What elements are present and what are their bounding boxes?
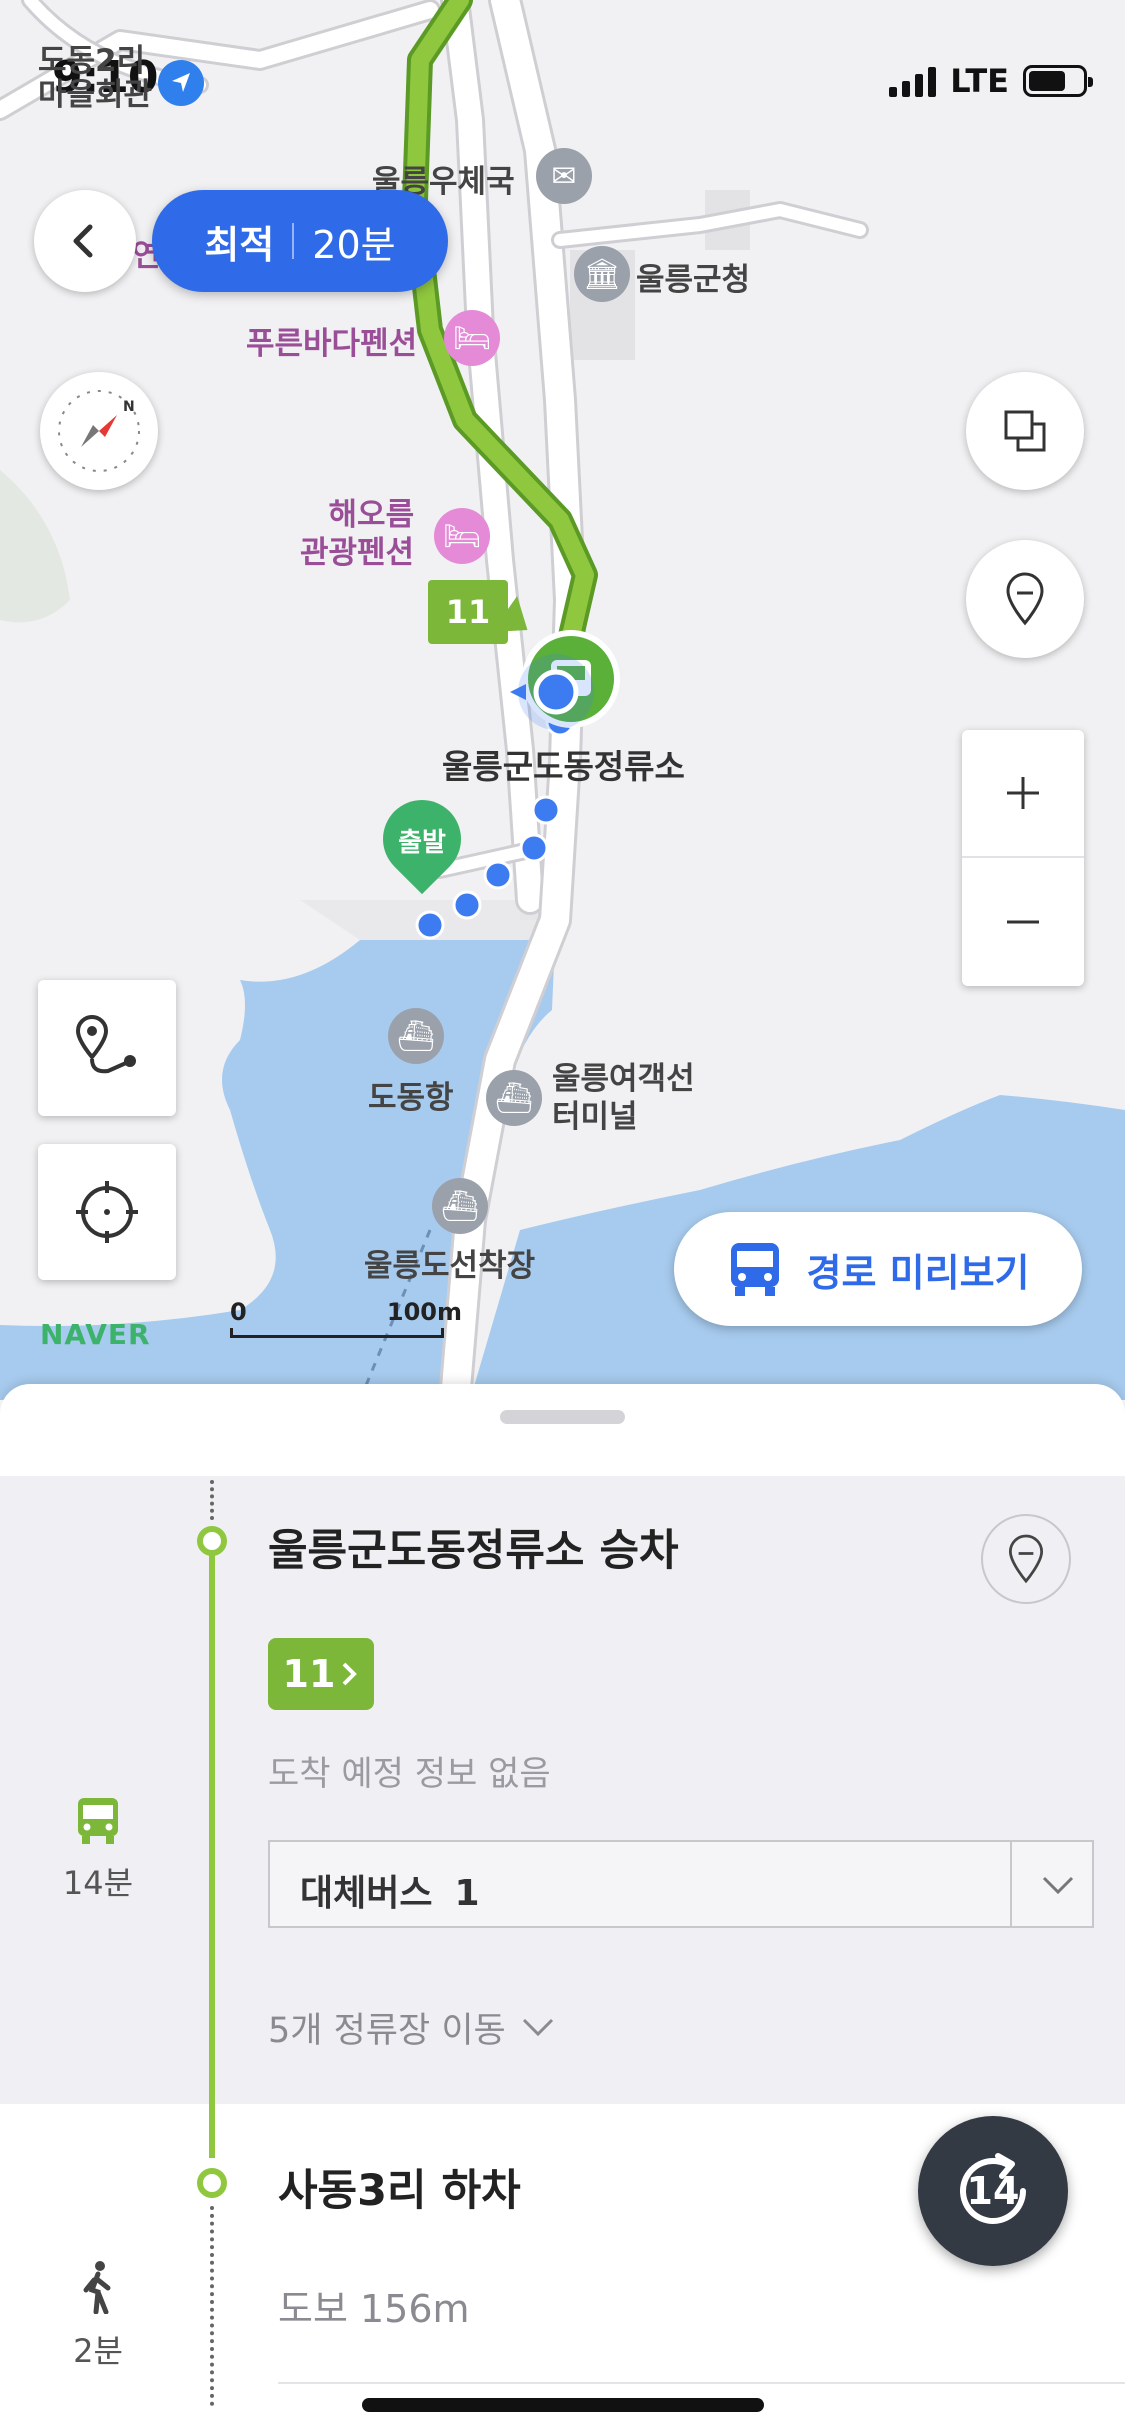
port-icon: ⛴ [432, 1178, 488, 1234]
naver-logo: NAVER [40, 1318, 151, 1351]
port-icon: ⛴ [388, 1008, 444, 1064]
chevron-down-icon [1042, 1876, 1074, 1895]
select-divider [1010, 1842, 1012, 1926]
route-duration: 20분 [312, 222, 396, 267]
walk-line-top [210, 1480, 214, 1520]
poi-dodong-port: 도동항 [368, 1080, 454, 1116]
walk-summary: 2분 [0, 2260, 196, 2372]
scale-start: 0 [230, 1298, 247, 1326]
lodging-icon: 🛏 [434, 508, 490, 564]
bus-ride-line [209, 1540, 215, 2158]
crosshair-icon [76, 1181, 138, 1243]
poi-bus-stop-main: 울릉군도동정류소 [442, 747, 685, 786]
bus-icon [78, 1798, 118, 1844]
minus-icon [1007, 920, 1039, 924]
boarding-stop-pin-button[interactable] [981, 1514, 1071, 1604]
bus-number: 11 [282, 1652, 336, 1696]
chevron-right-icon [343, 1662, 358, 1686]
lodging-icon: 🛏 [444, 310, 500, 366]
route-pin-icon [75, 1015, 136, 1074]
scale-end: 100m [386, 1298, 462, 1326]
route-type-label: 최적 [204, 222, 275, 267]
place-pin-button[interactable] [966, 540, 1084, 658]
compass-button[interactable]: N [40, 372, 158, 490]
boarding-stop-title[interactable]: 울릉군도동정류소 승차 [268, 1516, 679, 1578]
map-bus-number-tag: 11 [428, 580, 508, 644]
bus-number-badge[interactable]: 11 [268, 1638, 374, 1710]
poi-ferry-terminal: 울릉여객선 터미널 [552, 1061, 695, 1135]
zoom-out-button[interactable] [962, 858, 1084, 986]
route-preview-button[interactable]: 경로 미리보기 [674, 1212, 1082, 1326]
route-summary-pill[interactable]: 최적 20분 [152, 190, 448, 292]
status-indicators: LTE [889, 62, 1093, 100]
alternative-bus-label-wrap: 대체버스 1 [300, 1864, 480, 1916]
battery-icon [1023, 65, 1093, 97]
poi-pension-sunrise: 해오름 관광펜션 [300, 497, 415, 571]
signal-icon [889, 65, 937, 97]
walk-minutes: 2분 [73, 2332, 123, 2370]
alternative-bus-label: 대체버스 [300, 1873, 433, 1914]
home-indicator[interactable] [362, 2398, 764, 2412]
walking-person-icon [83, 2261, 111, 2315]
stops-move-label: 5개 정류장 이동 [268, 2011, 506, 2051]
map-pin-icon [1006, 572, 1044, 626]
alternative-bus-select[interactable]: 대체버스 1 [268, 1840, 1094, 1928]
scale-bar [230, 1328, 444, 1338]
plus-icon [1007, 777, 1039, 809]
alternative-bus-count: 1 [454, 1873, 480, 1914]
stops-move-toggle[interactable]: 5개 정류장 이동 [268, 2002, 556, 2053]
arrival-info: 도착 예정 정보 없음 [268, 1754, 551, 1794]
sheet-grabber[interactable] [500, 1410, 625, 1424]
map-layer-button[interactable] [966, 372, 1084, 490]
walk-distance: 도보 156m [278, 2287, 470, 2331]
boarding-node [197, 1526, 227, 1556]
refresh-button[interactable]: 14 [918, 2116, 1068, 2266]
chevron-down-icon [522, 2018, 553, 2036]
poi-county-office: 울릉군청 [636, 262, 751, 298]
government-icon: 🏛 [574, 246, 630, 302]
route-detail-sheet[interactable]: 울릉군도동정류소 승차 11 도착 예정 정보 없음 대체버스 1 5개 정류장 … [0, 1384, 1125, 2436]
compass-icon: N [58, 390, 140, 472]
route-tool-button[interactable] [38, 980, 176, 1116]
alighting-node [197, 2168, 227, 2198]
poi-village-hall: 도동2리 마을회관 [38, 43, 153, 113]
back-button[interactable] [34, 190, 136, 292]
refresh-badge: 14 [966, 2169, 1020, 2213]
map-view[interactable]: 9:10 LTE 도동2리 마을회관 연 울릉우체국 ✉ 🏛 울릉군청 푸른바다… [0, 0, 1125, 1400]
map-pin-icon [1008, 1534, 1044, 1584]
section-divider [278, 2382, 1125, 2384]
network-label: LTE [950, 62, 1009, 100]
poi-pension-blue: 푸른바다펜션 [246, 326, 418, 362]
chevron-left-icon [73, 224, 93, 258]
zoom-in-button[interactable] [962, 730, 1084, 858]
ferry-icon: ⛴ [486, 1070, 542, 1126]
poi-ship-dock: 울릉도선착장 [364, 1248, 536, 1284]
svg-text:N: N [123, 399, 135, 415]
start-marker-label: 출발 [398, 828, 446, 858]
locate-me-button[interactable] [38, 1144, 176, 1280]
layers-icon [1004, 410, 1046, 452]
map-scale: 0 100m [230, 1298, 462, 1338]
alighting-stop-title[interactable]: 사동3리 하차 [278, 2156, 521, 2218]
walk-line-bottom [210, 2206, 214, 2406]
route-preview-label: 경로 미리보기 [806, 1250, 1030, 1295]
post-office-icon: ✉ [536, 148, 592, 204]
ride-minutes: 14분 [62, 1864, 134, 1902]
bus-ride-summary: 14분 [0, 1796, 196, 1904]
zoom-control [962, 730, 1084, 986]
bus-icon [730, 1243, 779, 1296]
route-pill-divider [292, 223, 295, 259]
